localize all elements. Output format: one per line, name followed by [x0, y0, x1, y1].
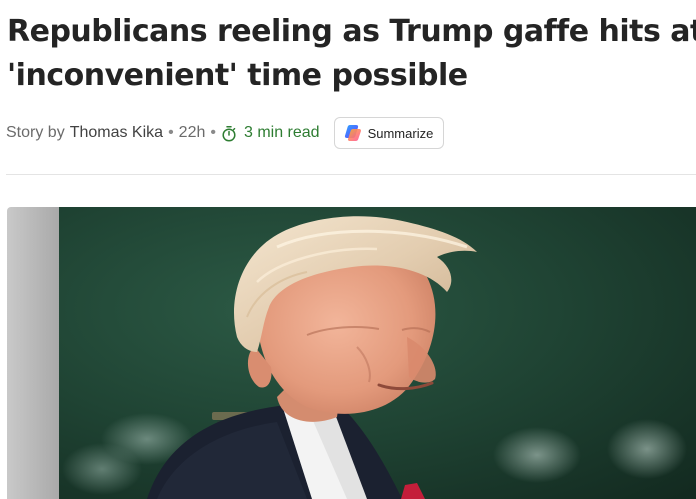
- article-headline: Republicans reeling as Trump gaffe hits …: [7, 10, 696, 98]
- article-page: Republicans reeling as Trump gaffe hits …: [0, 0, 696, 499]
- summarize-label: Summarize: [367, 125, 434, 141]
- trump-photo: [7, 207, 696, 499]
- hero-image[interactable]: [7, 207, 696, 499]
- byline-prefix: Story by: [6, 124, 65, 141]
- read-time-label: 3 min read: [243, 124, 320, 141]
- headline-line-1: Republicans reeling as Trump gaffe hits …: [7, 14, 696, 49]
- divider: [6, 174, 696, 175]
- author-link[interactable]: Thomas Kika: [70, 124, 163, 142]
- byline: Story by Thomas Kika • 22h • 3 min read: [6, 116, 445, 150]
- read-time: 3 min read: [221, 124, 320, 142]
- headline-line-2: 'inconvenient' time possible: [7, 58, 468, 93]
- published-time: 22h: [178, 124, 206, 141]
- byline-separator: •: [168, 124, 174, 141]
- byline-separator: •: [210, 124, 216, 141]
- copilot-icon: [344, 125, 361, 141]
- summarize-button[interactable]: Summarize: [333, 117, 445, 149]
- stopwatch-icon: [222, 125, 236, 142]
